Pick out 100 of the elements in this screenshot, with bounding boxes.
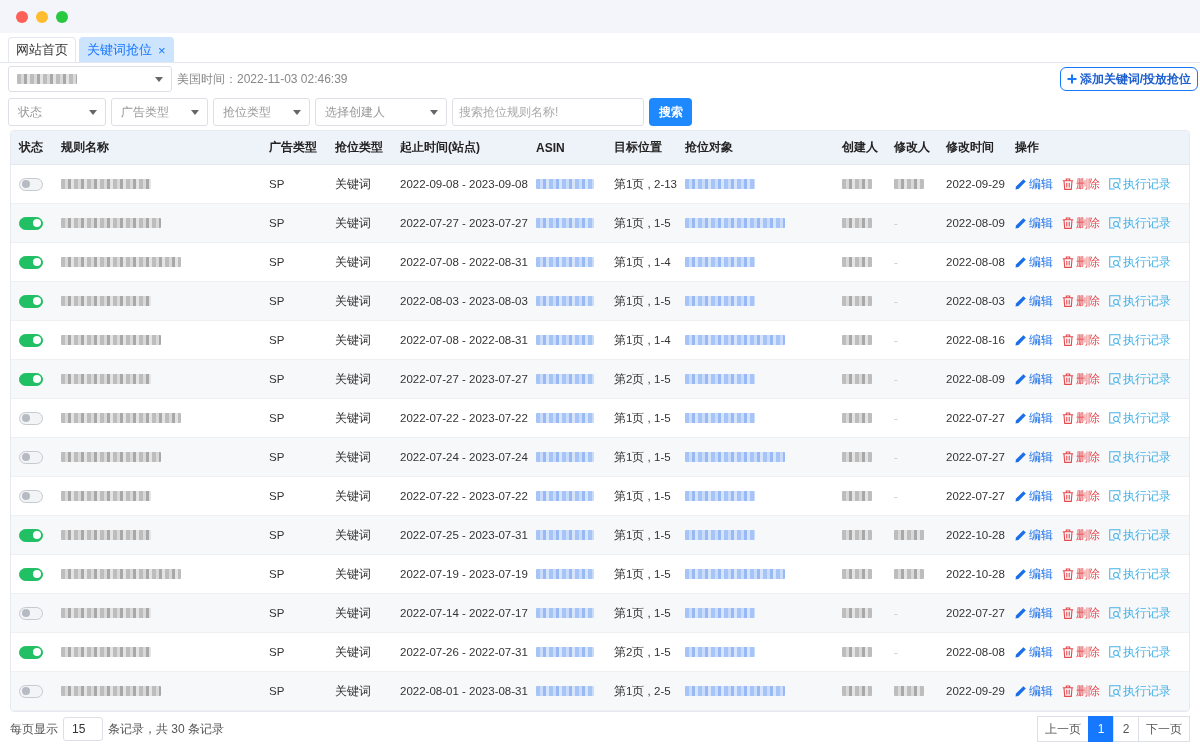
toggle-switch[interactable] (19, 450, 43, 464)
search-record-icon (1109, 607, 1121, 619)
log-link[interactable]: 执行记录 (1109, 331, 1171, 349)
log-link[interactable]: 执行记录 (1109, 565, 1171, 583)
date-range-text: 2022-09-08 - 2023-09-08 (400, 178, 528, 190)
column-header: 抢位对象 (685, 139, 733, 156)
trash-icon (1062, 334, 1074, 346)
blurred-text (685, 413, 755, 423)
log-link[interactable]: 执行记录 (1109, 175, 1171, 193)
store-select[interactable] (8, 66, 172, 92)
toggle-switch[interactable] (19, 411, 43, 425)
delete-link[interactable]: 删除 (1062, 370, 1100, 388)
edit-link[interactable]: 编辑 (1015, 604, 1053, 622)
edit-link[interactable]: 编辑 (1015, 565, 1053, 583)
page-button[interactable]: 2 (1113, 716, 1139, 742)
filter-select[interactable]: 抢位类型 (213, 98, 310, 126)
date-range-text: 2022-07-19 - 2023-07-19 (400, 568, 528, 580)
toggle-switch[interactable] (19, 255, 43, 269)
log-link[interactable]: 执行记录 (1109, 214, 1171, 232)
position-text: 第1页 , 1-5 (614, 605, 671, 621)
pencil-icon (1015, 217, 1027, 229)
delete-link[interactable]: 删除 (1062, 214, 1100, 232)
page-button[interactable]: 1 (1088, 716, 1114, 742)
log-link[interactable]: 执行记录 (1109, 448, 1171, 466)
window-close-button[interactable] (16, 10, 28, 23)
blurred-text (842, 257, 872, 267)
edit-link[interactable]: 编辑 (1015, 526, 1053, 544)
log-link[interactable]: 执行记录 (1109, 682, 1171, 700)
delete-link[interactable]: 删除 (1062, 253, 1100, 271)
search-field[interactable]: 搜索抢位规则名称! (452, 98, 644, 126)
log-link[interactable]: 执行记录 (1109, 292, 1171, 310)
delete-link[interactable]: 删除 (1062, 526, 1100, 544)
edit-link[interactable]: 编辑 (1015, 331, 1053, 349)
toggle-switch[interactable] (19, 606, 43, 620)
page-button[interactable]: 上一页 (1037, 716, 1089, 742)
column-header: 抢位类型 (335, 139, 383, 156)
delete-link[interactable]: 删除 (1062, 175, 1100, 193)
search-record-icon (1109, 217, 1121, 229)
trash-icon (1062, 178, 1074, 190)
window-zoom-button[interactable] (56, 10, 68, 23)
edit-link[interactable]: 编辑 (1015, 370, 1053, 388)
delete-link[interactable]: 删除 (1062, 643, 1100, 661)
filter-select[interactable]: 状态 (8, 98, 106, 126)
edit-link[interactable]: 编辑 (1015, 253, 1053, 271)
log-link[interactable]: 执行记录 (1109, 487, 1171, 505)
grab-type-text: 关键词 (335, 644, 371, 660)
edit-link[interactable]: 编辑 (1015, 214, 1053, 232)
edit-link[interactable]: 编辑 (1015, 409, 1053, 427)
log-link[interactable]: 执行记录 (1109, 370, 1171, 388)
blurred-text (17, 74, 77, 84)
delete-link[interactable]: 删除 (1062, 604, 1100, 622)
edit-link[interactable]: 编辑 (1015, 292, 1053, 310)
toggle-switch[interactable] (19, 489, 43, 503)
blurred-text (685, 296, 755, 306)
date-range-text: 2022-08-01 - 2023-08-31 (400, 685, 528, 697)
filter-select[interactable]: 广告类型 (111, 98, 208, 126)
log-link[interactable]: 执行记录 (1109, 526, 1171, 544)
log-link[interactable]: 执行记录 (1109, 253, 1171, 271)
tab[interactable]: 网站首页 (8, 37, 76, 62)
search-button[interactable]: 搜索 (649, 98, 692, 126)
trash-icon (1062, 412, 1074, 424)
delete-link[interactable]: 删除 (1062, 292, 1100, 310)
toggle-switch[interactable] (19, 684, 43, 698)
toggle-switch[interactable] (19, 372, 43, 386)
filter-select[interactable]: 选择创建人 (315, 98, 447, 126)
close-tab-button[interactable]: × (158, 43, 166, 57)
toggle-switch[interactable] (19, 294, 43, 308)
search-record-icon (1109, 256, 1121, 268)
log-link[interactable]: 执行记录 (1109, 409, 1171, 427)
edit-link[interactable]: 编辑 (1015, 682, 1053, 700)
dash-text: - (894, 217, 898, 229)
toggle-switch[interactable] (19, 645, 43, 659)
toggle-switch[interactable] (19, 567, 43, 581)
toggle-switch[interactable] (19, 528, 43, 542)
delete-link[interactable]: 删除 (1062, 565, 1100, 583)
page-button[interactable]: 下一页 (1138, 716, 1190, 742)
delete-link[interactable]: 删除 (1062, 448, 1100, 466)
blurred-text (536, 374, 594, 384)
delete-link[interactable]: 删除 (1062, 409, 1100, 427)
toggle-switch[interactable] (19, 177, 43, 191)
delete-link[interactable]: 删除 (1062, 682, 1100, 700)
edit-link[interactable]: 编辑 (1015, 448, 1053, 466)
edit-link[interactable]: 编辑 (1015, 643, 1053, 661)
position-text: 第1页 , 1-5 (614, 566, 671, 582)
trash-icon (1062, 607, 1074, 619)
blurred-text (842, 296, 872, 306)
tab[interactable]: 关键词抢位 × (79, 37, 174, 62)
delete-link[interactable]: 删除 (1062, 331, 1100, 349)
delete-link[interactable]: 删除 (1062, 487, 1100, 505)
log-link[interactable]: 执行记录 (1109, 604, 1171, 622)
window-minimize-button[interactable] (36, 10, 48, 23)
modified-time-text: 2022-08-03 (946, 295, 1005, 307)
blurred-text (685, 608, 755, 618)
edit-link[interactable]: 编辑 (1015, 175, 1053, 193)
log-link[interactable]: 执行记录 (1109, 643, 1171, 661)
edit-link[interactable]: 编辑 (1015, 487, 1053, 505)
toggle-switch[interactable] (19, 216, 43, 230)
page-size-field[interactable]: 15 (63, 717, 103, 741)
toggle-switch[interactable] (19, 333, 43, 347)
add-keyword-button[interactable]: 添加关键词/投放抢位 (1059, 67, 1198, 91)
